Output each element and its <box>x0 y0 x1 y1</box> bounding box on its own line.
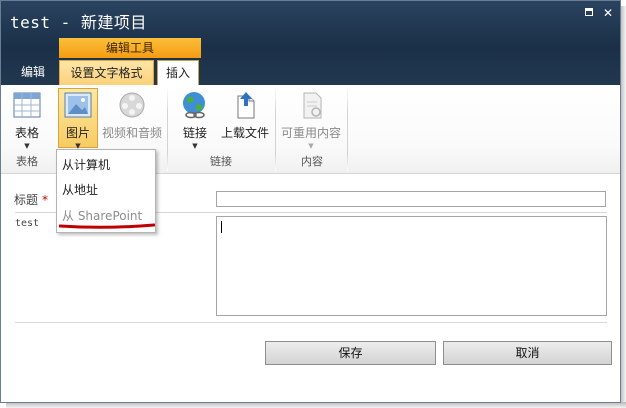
close-icon[interactable]: ✕ <box>602 7 614 19</box>
upload-file-button[interactable]: 上载文件 <box>218 89 272 141</box>
tab-insert[interactable]: 插入 <box>157 60 199 87</box>
ribbon-separator <box>167 87 168 171</box>
picture-button[interactable]: 图片 ▼ <box>60 89 96 151</box>
reusable-content-button[interactable]: 可重用内容 ▼ <box>278 89 344 151</box>
upload-icon <box>229 89 261 121</box>
table-button[interactable]: 表格 ▼ <box>9 89 45 151</box>
tab-edit[interactable]: 编辑 <box>11 60 55 86</box>
body-field-label: test <box>15 218 40 229</box>
group-label-table: 表格 <box>16 155 38 168</box>
field-divider <box>15 322 607 323</box>
menu-item-from-address[interactable]: 从地址 <box>62 181 98 198</box>
body-editor[interactable] <box>216 216 607 316</box>
ribbon-separator <box>347 87 348 171</box>
dialog-window: test - 新建项目 ✕ 编辑工具 编辑 设置文字格式 插入 表格 ▼ 图片 … <box>0 0 621 403</box>
link-button-label: 链接 <box>182 126 207 140</box>
link-button[interactable]: 链接 ▼ <box>177 89 213 151</box>
annotation-underline <box>59 223 155 229</box>
picture-icon <box>62 89 94 121</box>
tab-format-text[interactable]: 设置文字格式 <box>59 60 154 86</box>
chevron-down-icon: ▼ <box>192 142 198 150</box>
required-marker: * <box>42 193 49 207</box>
context-tab-group-label: 编辑工具 <box>59 38 201 58</box>
text-caret <box>221 221 222 233</box>
globe-link-icon <box>179 89 211 121</box>
cancel-button[interactable]: 取消 <box>443 341 612 365</box>
picture-button-label: 图片 <box>65 126 90 140</box>
film-reel-icon <box>116 89 148 121</box>
title-bar: test - 新建项目 ✕ 编辑工具 编辑 设置文字格式 插入 <box>1 1 620 87</box>
title-input[interactable] <box>216 191 606 207</box>
chevron-down-icon: ▼ <box>308 142 314 150</box>
menu-item-from-computer[interactable]: 从计算机 <box>62 156 110 173</box>
group-label-link: 链接 <box>210 155 232 168</box>
reusable-document-icon <box>295 89 327 121</box>
title-field-label: 标题 * <box>14 193 49 207</box>
group-label-content: 内容 <box>301 155 323 168</box>
chevron-down-icon: ▼ <box>24 142 30 150</box>
picture-dropdown-menu: 从计算机 从地址 从 SharePoint <box>56 149 156 233</box>
video-audio-button[interactable]: 视频和音频 <box>100 89 164 141</box>
ribbon-separator <box>275 87 276 171</box>
window-title: test - 新建项目 <box>10 13 147 32</box>
table-button-label: 表格 <box>14 126 39 140</box>
menu-item-from-sharepoint[interactable]: 从 SharePoint <box>62 207 142 224</box>
reusable-content-button-label: 可重用内容 <box>280 126 341 140</box>
save-button[interactable]: 保存 <box>265 341 436 365</box>
upload-file-button-label: 上载文件 <box>220 126 269 140</box>
maximize-icon[interactable] <box>584 7 596 19</box>
video-audio-button-label: 视频和音频 <box>101 126 162 140</box>
table-icon <box>11 89 43 121</box>
